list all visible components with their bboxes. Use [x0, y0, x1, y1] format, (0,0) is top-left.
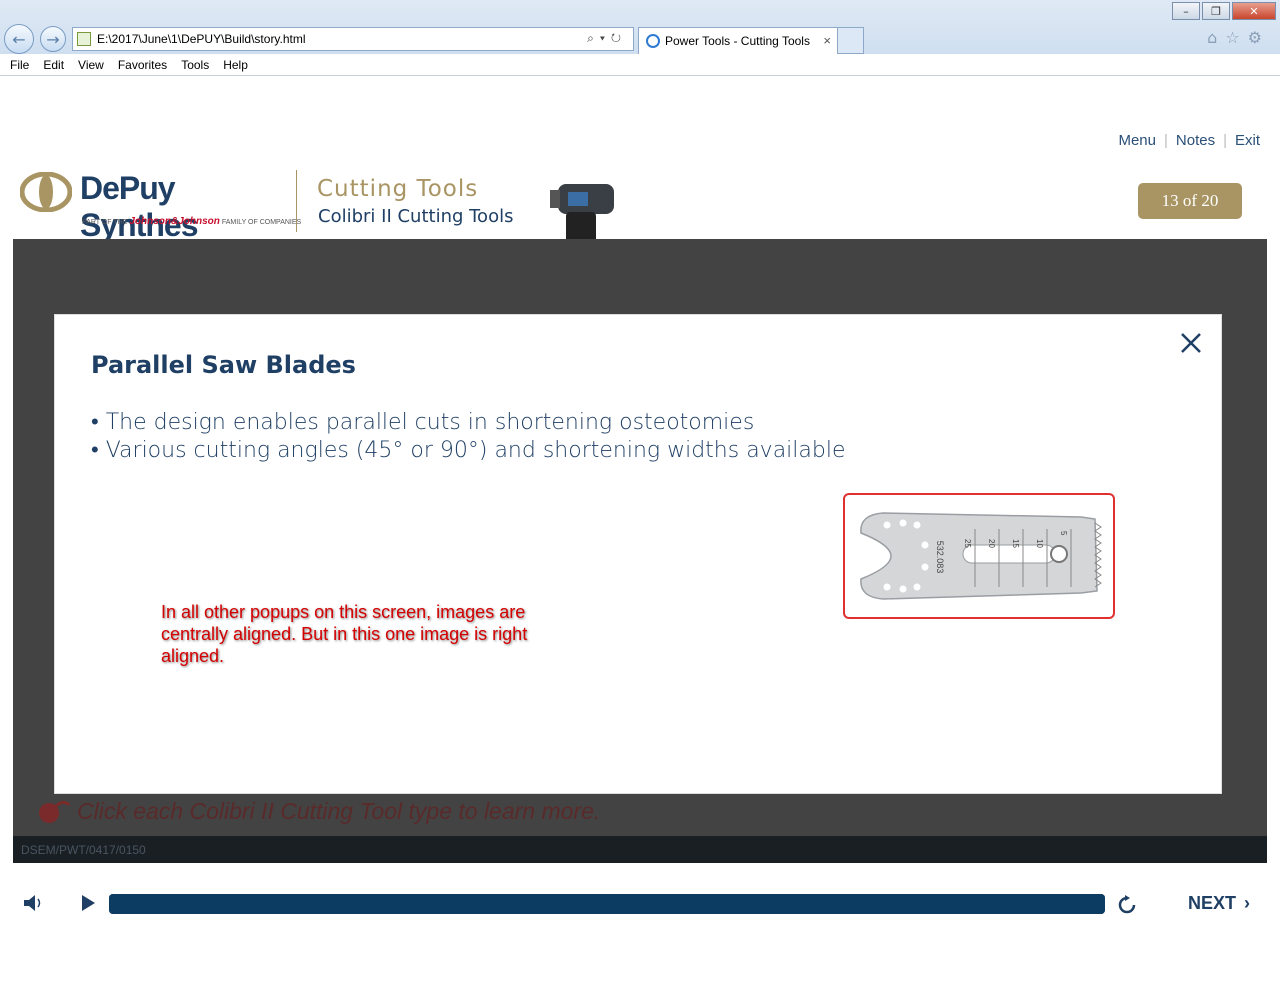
replay-icon[interactable] [1116, 894, 1138, 916]
click-hand-icon [39, 800, 71, 823]
new-tab-button[interactable] [838, 27, 864, 54]
ie-icon [646, 34, 660, 48]
logo-wordmark: DePuy Synthes [80, 170, 198, 243]
close-window-button[interactable]: ✕ [1232, 2, 1276, 20]
menu-help[interactable]: Help [223, 58, 248, 72]
saw-blade-image: 532.083 25 20 15 10 5 [860, 512, 1102, 600]
page-favicon-icon [77, 32, 91, 46]
menu-view[interactable]: View [78, 58, 104, 72]
player-controls: NEXT › [0, 884, 1280, 924]
back-arrow-icon: ← [12, 29, 26, 49]
tab-title: Power Tools - Cutting Tools [665, 34, 810, 48]
bullet-list: • The design enables parallel cuts in sh… [91, 409, 846, 465]
page-counter-badge: 13 of 20 [1138, 183, 1242, 219]
logo-mark-icon [20, 172, 72, 212]
menu-tools[interactable]: Tools [181, 58, 209, 72]
close-icon[interactable] [1179, 331, 1203, 355]
play-icon[interactable] [80, 894, 96, 912]
restore-button[interactable]: ❐ [1202, 2, 1230, 20]
search-icon[interactable]: ⌕ [587, 31, 600, 45]
instruction-line: Click each Colibri II Cutting Tool type … [37, 797, 600, 825]
window-controls: – ❐ ✕ [1172, 2, 1276, 20]
footer-code: DSEM/PWT/0417/0150 [21, 842, 146, 857]
menu-favorites[interactable]: Favorites [118, 58, 167, 72]
next-label: NEXT [1188, 893, 1237, 913]
header-divider [296, 170, 297, 232]
logo-tagline: PART OF THE Johnson&Johnson FAMILY OF CO… [82, 216, 301, 227]
menu-file[interactable]: File [10, 58, 29, 72]
chevron-right-icon: › [1244, 893, 1251, 913]
blade-image-frame: 532.083 25 20 15 10 5 [843, 493, 1115, 619]
review-annotation: In all other popups on this screen, imag… [161, 602, 528, 666]
instruction-text: Click each Colibri II Cutting Tool type … [77, 797, 601, 824]
tagline-suffix: FAMILY OF COMPANIES [221, 219, 302, 226]
browser-right-icons: ⌂☆⚙ [1207, 28, 1270, 47]
scale-tick: 10 [1035, 539, 1044, 548]
footer-strip: DSEM/PWT/0417/0150 [13, 836, 1267, 863]
course-title: Cutting Tools [317, 176, 479, 202]
refresh-icon[interactable]: ↻ [611, 31, 627, 45]
menu-bar: File Edit View Favorites Tools Help [0, 54, 1280, 76]
address-bar[interactable]: E:\2017\June\1\DePUY\Build\story.html ⌕▾… [72, 27, 634, 51]
menu-edit[interactable]: Edit [43, 58, 64, 72]
course-stage: Menu | Notes | Exit DePuy Synthes PART O… [0, 76, 1280, 984]
scale-tick: 5 [1059, 531, 1068, 536]
progress-fill [109, 894, 1105, 914]
bullet-item: • Various cutting angles (45° or 90°) an… [91, 438, 846, 463]
back-button[interactable]: ← [4, 24, 34, 54]
menu-link[interactable]: Menu [1118, 132, 1156, 149]
scale-tick: 25 [963, 539, 972, 548]
bullet-item: • The design enables parallel cuts in sh… [91, 410, 755, 435]
tab-close-icon[interactable]: × [823, 33, 831, 48]
link-separator: | [1223, 132, 1227, 149]
home-icon[interactable]: ⌂ [1207, 28, 1225, 47]
address-tools[interactable]: ⌕▾↻ [587, 31, 627, 46]
notes-link[interactable]: Notes [1176, 132, 1215, 149]
depuy-synthes-logo: DePuy Synthes PART OF THE Johnson&Johnso… [20, 170, 301, 243]
dropdown-icon[interactable]: ▾ [600, 31, 611, 45]
progress-bar[interactable] [109, 894, 1105, 914]
next-button[interactable]: NEXT › [1188, 893, 1250, 914]
popup-title: Parallel Saw Blades [91, 351, 356, 379]
favorites-star-icon[interactable]: ☆ [1225, 28, 1247, 47]
minimize-button[interactable]: – [1172, 2, 1200, 20]
tagline-brand: Johnson&Johnson [129, 216, 220, 227]
scale-tick: 20 [987, 539, 996, 548]
browser-chrome: – ❐ ✕ ← → E:\2017\June\1\DePUY\Build\sto… [0, 0, 1280, 76]
address-text: E:\2017\June\1\DePUY\Build\story.html [97, 32, 306, 46]
scale-tick: 15 [1011, 539, 1020, 548]
tagline-prefix: PART OF THE [82, 219, 128, 226]
settings-gear-icon[interactable]: ⚙ [1248, 28, 1270, 47]
link-separator: | [1163, 132, 1168, 149]
forward-button[interactable]: → [40, 26, 66, 52]
browser-tab[interactable]: Power Tools - Cutting Tools × [638, 27, 838, 54]
forward-arrow-icon: → [46, 29, 60, 49]
popup-dialog: Parallel Saw Blades • The design enables… [54, 314, 1222, 794]
course-subtitle: Colibri II Cutting Tools [318, 206, 514, 227]
blade-part-number: 532.083 [935, 541, 945, 574]
top-links: Menu | Notes | Exit [1118, 132, 1260, 149]
volume-icon[interactable] [22, 894, 44, 912]
exit-link[interactable]: Exit [1235, 132, 1260, 149]
